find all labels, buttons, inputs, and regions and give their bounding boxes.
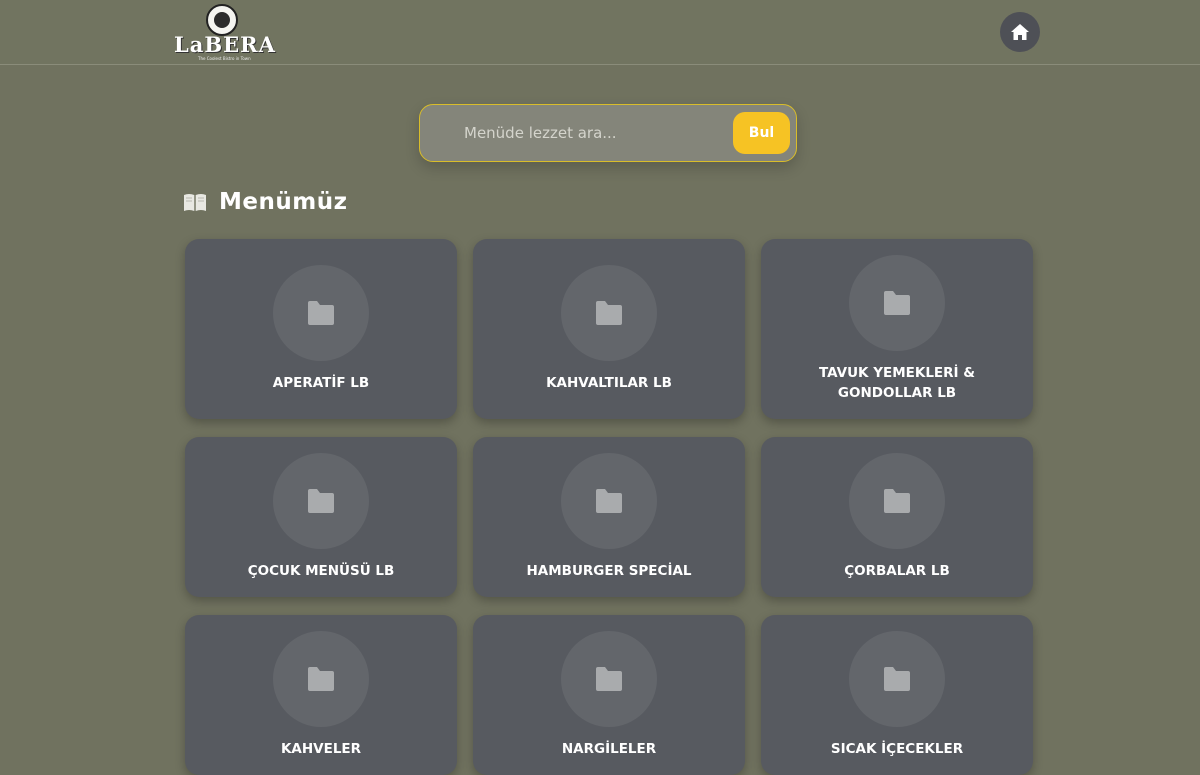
category-card-tavuk-yemekleri[interactable]: TAVUK YEMEKLERİ & GONDOLLAR LB: [761, 239, 1033, 419]
category-label: ÇOCUK MENÜSÜ LB: [247, 563, 395, 579]
category-card-cocuk-menusu[interactable]: ÇOCUK MENÜSÜ LB: [185, 437, 457, 597]
folder-icon: [884, 489, 910, 513]
category-icon-circle: [849, 631, 945, 727]
category-card-corbalar[interactable]: ÇORBALAR LB: [761, 437, 1033, 597]
section-heading: Menümüz: [183, 186, 347, 218]
category-card-kahveler[interactable]: KAHVELER: [185, 615, 457, 775]
search-box: Bul: [419, 104, 797, 162]
logo-tagline: The Coolest Bistro in Town: [198, 56, 251, 61]
search-input[interactable]: [434, 113, 734, 153]
category-icon-circle: [849, 255, 945, 351]
home-icon: [1011, 24, 1029, 40]
category-icon-circle: [273, 631, 369, 727]
category-card-sicak-icecekler[interactable]: SICAK İÇECEKLER: [761, 615, 1033, 775]
logo-wordmark: LaBERA: [174, 32, 276, 57]
search-button[interactable]: Bul: [733, 112, 790, 154]
category-card-hamburger[interactable]: HAMBURGER SPECİAL: [473, 437, 745, 597]
folder-icon: [596, 667, 622, 691]
category-label: APERATİF LB: [272, 375, 370, 391]
category-label: TAVUK YEMEKLERİ & GONDOLLAR LB: [818, 365, 976, 401]
category-icon-circle: [561, 265, 657, 361]
category-icon-circle: [273, 453, 369, 549]
category-label: ÇORBALAR LB: [844, 563, 950, 579]
category-icon-circle: [561, 631, 657, 727]
logo[interactable]: LaBERA The Coolest Bistro in Town: [174, 4, 276, 62]
category-label: KAHVELER: [280, 741, 362, 757]
folder-icon: [884, 291, 910, 315]
folder-icon: [308, 667, 334, 691]
folder-icon: [308, 489, 334, 513]
book-icon: [184, 194, 206, 211]
category-card-nargileler[interactable]: NARGİLELER: [473, 615, 745, 775]
folder-icon: [596, 301, 622, 325]
category-icon-circle: [849, 453, 945, 549]
category-label: KAHVALTILAR LB: [546, 375, 672, 391]
page-title: Menümüz: [219, 189, 348, 215]
folder-icon: [884, 667, 910, 691]
folder-icon: [596, 489, 622, 513]
category-icon-circle: [561, 453, 657, 549]
category-card-kahvaltilar[interactable]: KAHVALTILAR LB: [473, 239, 745, 419]
category-label: NARGİLELER: [561, 741, 657, 757]
category-card-aperatif[interactable]: APERATİF LB: [185, 239, 457, 419]
top-bar: LaBERA The Coolest Bistro in Town: [0, 0, 1200, 65]
home-button[interactable]: [1000, 12, 1040, 52]
category-label: HAMBURGER SPECİAL: [526, 563, 692, 579]
category-icon-circle: [273, 265, 369, 361]
folder-icon: [308, 301, 334, 325]
category-label: SICAK İÇECEKLER: [830, 741, 964, 757]
